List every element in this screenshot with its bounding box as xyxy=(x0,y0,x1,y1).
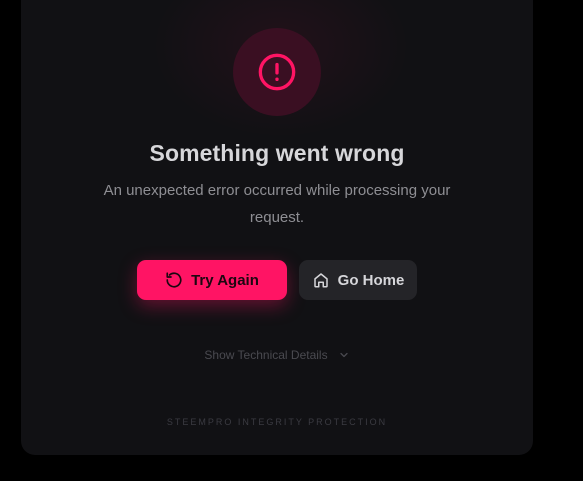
go-home-button[interactable]: Go Home xyxy=(299,260,417,300)
error-page: Something went wrong An unexpected error… xyxy=(0,0,583,481)
chevron-down-icon xyxy=(338,349,350,361)
refresh-icon xyxy=(165,271,183,289)
footer-brand-text: STEEMPRO INTEGRITY PROTECTION xyxy=(166,417,388,427)
go-home-label: Go Home xyxy=(337,271,405,289)
details-toggle-label: Show Technical Details xyxy=(204,348,328,362)
alert-circle-icon xyxy=(258,53,296,91)
home-icon xyxy=(312,271,330,289)
error-card: Something went wrong An unexpected error… xyxy=(21,0,533,455)
alert-badge xyxy=(233,28,321,116)
try-again-label: Try Again xyxy=(191,271,259,289)
error-title: Something went wrong xyxy=(149,140,405,166)
error-message: An unexpected error occurred while proce… xyxy=(103,182,451,226)
try-again-button[interactable]: Try Again xyxy=(137,260,287,300)
show-technical-details-toggle[interactable]: Show Technical Details xyxy=(21,348,533,362)
